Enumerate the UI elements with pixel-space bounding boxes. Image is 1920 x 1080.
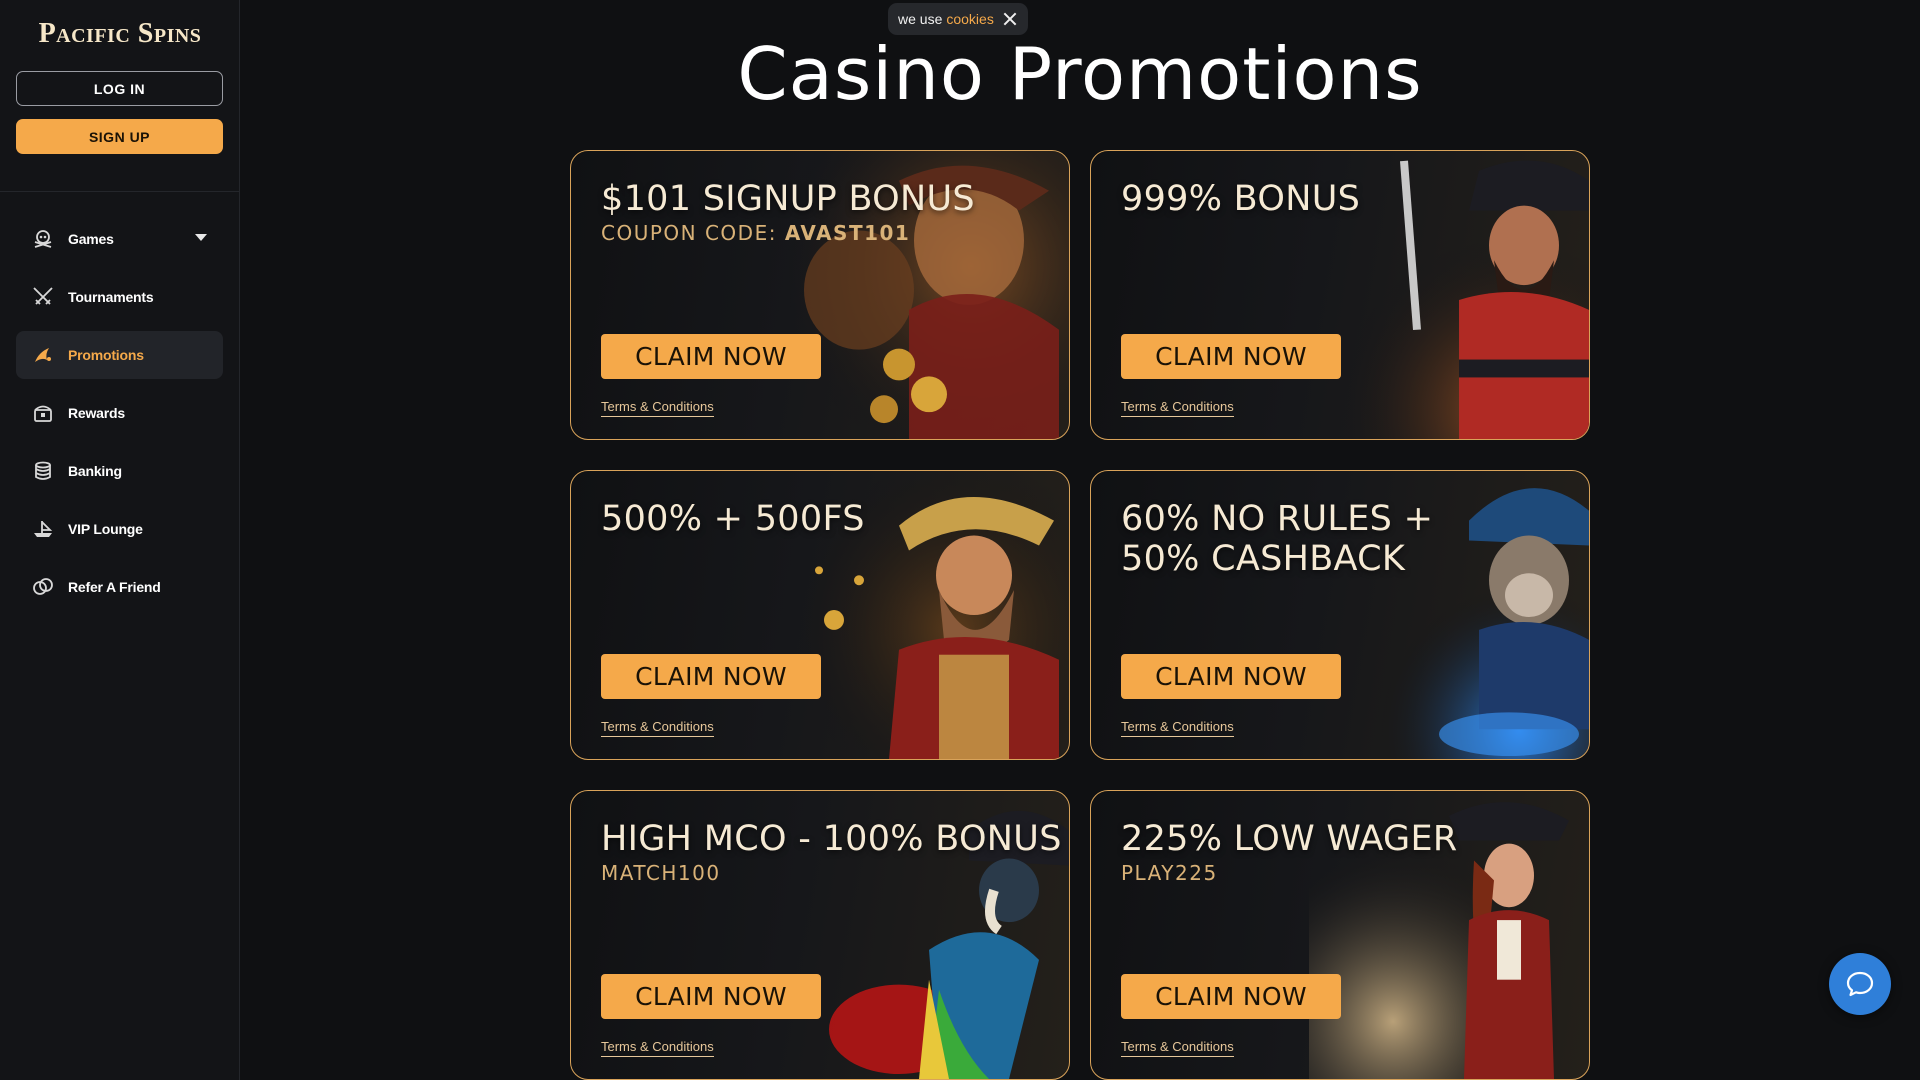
promo-card: 999% BONUS CLAIM NOW Terms & Conditions xyxy=(1090,150,1590,440)
sidebar-item-refer-a-friend[interactable]: Refer A Friend xyxy=(16,563,223,611)
promo-card: 60% NO RULES + 50% CASHBACK CLAIM NOW Te… xyxy=(1090,470,1590,760)
cookie-text: we use xyxy=(898,11,943,27)
sidebar-item-label: Tournaments xyxy=(68,289,154,305)
terms-link[interactable]: Terms & Conditions xyxy=(601,719,714,737)
cookie-notice: we use cookies xyxy=(888,3,1028,35)
promo-title: HIGH MCO - 100% BONUS xyxy=(601,819,1062,859)
claim-now-button[interactable]: CLAIM NOW xyxy=(601,654,821,699)
sidebar-item-label: Promotions xyxy=(68,347,144,363)
terms-link[interactable]: Terms & Conditions xyxy=(601,1039,714,1057)
promo-title: 999% BONUS xyxy=(1121,179,1361,219)
terms-link[interactable]: Terms & Conditions xyxy=(1121,719,1234,737)
sidebar-item-games[interactable]: Games xyxy=(16,215,223,263)
claim-now-button[interactable]: CLAIM NOW xyxy=(1121,654,1341,699)
sidebar-nav: Games Tournaments Promotions Rewards Ban… xyxy=(16,215,223,621)
claim-now-button[interactable]: CLAIM NOW xyxy=(1121,334,1341,379)
promo-code: PLAY225 xyxy=(1121,861,1218,885)
terms-link[interactable]: Terms & Conditions xyxy=(1121,399,1234,417)
sidebar-item-tournaments[interactable]: Tournaments xyxy=(16,273,223,321)
sidebar-item-promotions[interactable]: Promotions xyxy=(16,331,223,379)
page-title: Casino Promotions xyxy=(737,32,1423,116)
sidebar-item-label: Banking xyxy=(68,463,122,479)
sidebar-divider xyxy=(0,191,240,192)
chevron-down-icon[interactable] xyxy=(195,234,207,241)
coupon-code: AVAST101 xyxy=(784,221,911,245)
treasure-chest-icon xyxy=(32,402,54,424)
promo-title: 225% LOW WAGER xyxy=(1121,819,1458,859)
sidebar-item-label: Refer A Friend xyxy=(68,579,161,595)
promo-title: 60% NO RULES + 50% CASHBACK xyxy=(1121,499,1434,579)
terms-link[interactable]: Terms & Conditions xyxy=(1121,1039,1234,1057)
promo-card: HIGH MCO - 100% BONUS MATCH100 CLAIM NOW… xyxy=(570,790,1070,1080)
sidebar-item-vip-lounge[interactable]: VIP Lounge xyxy=(16,505,223,553)
sidebar-item-rewards[interactable]: Rewards xyxy=(16,389,223,437)
coins-stack-icon xyxy=(32,460,54,482)
crossed-swords-icon xyxy=(32,286,54,308)
sidebar-item-label: VIP Lounge xyxy=(68,521,143,537)
ship-icon xyxy=(32,518,54,540)
signup-button[interactable]: SIGN UP xyxy=(16,119,223,154)
coupon-label: COUPON CODE: xyxy=(601,221,785,245)
promotions-icon xyxy=(32,344,54,366)
close-icon[interactable] xyxy=(1002,11,1018,27)
sidebar-item-label: Rewards xyxy=(68,405,125,421)
cookie-link[interactable]: cookies xyxy=(946,11,993,27)
login-button[interactable]: LOG IN xyxy=(16,71,223,106)
promo-card: 225% LOW WAGER PLAY225 CLAIM NOW Terms &… xyxy=(1090,790,1590,1080)
promo-coupon: COUPON CODE: AVAST101 xyxy=(601,221,910,245)
site-logo[interactable]: Pacific Spins xyxy=(0,18,240,50)
claim-now-button[interactable]: CLAIM NOW xyxy=(601,334,821,379)
claim-now-button[interactable]: CLAIM NOW xyxy=(601,974,821,1019)
sidebar: Pacific Spins LOG IN SIGN UP Games Tourn… xyxy=(0,0,240,1080)
sidebar-item-label: Games xyxy=(68,231,114,247)
chat-bubble-icon xyxy=(1846,971,1874,997)
promo-card: 500% + 500FS CLAIM NOW Terms & Condition… xyxy=(570,470,1070,760)
promo-title: $101 SIGNUP BONUS xyxy=(601,179,975,219)
terms-link[interactable]: Terms & Conditions xyxy=(601,399,714,417)
promo-code: MATCH100 xyxy=(601,861,721,885)
sidebar-item-banking[interactable]: Banking xyxy=(16,447,223,495)
pirate-skull-icon xyxy=(32,228,54,250)
chat-button[interactable] xyxy=(1829,953,1891,1015)
claim-now-button[interactable]: CLAIM NOW xyxy=(1121,974,1341,1019)
promo-title: 500% + 500FS xyxy=(601,499,865,539)
handshake-icon xyxy=(32,576,54,598)
promo-card: $101 SIGNUP BONUS COUPON CODE: AVAST101 … xyxy=(570,150,1070,440)
